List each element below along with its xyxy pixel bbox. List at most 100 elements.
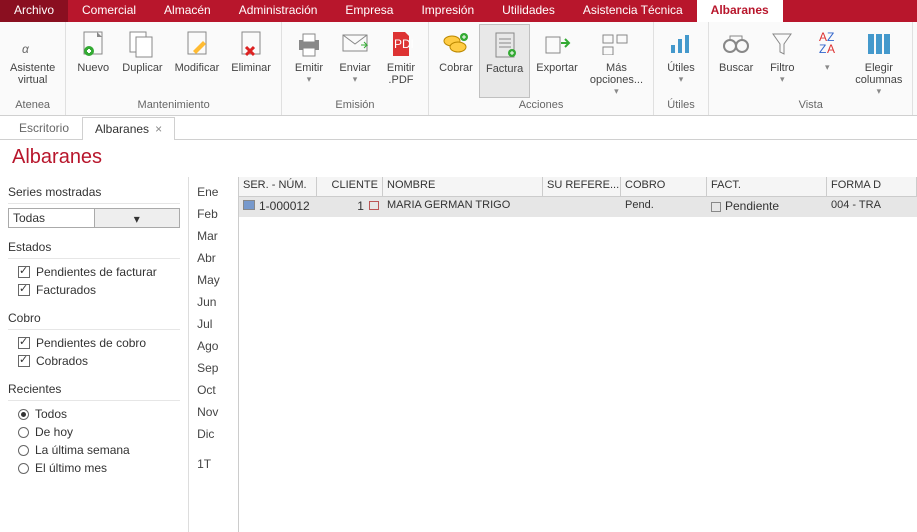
funnel-icon [766, 28, 798, 60]
month-feb[interactable]: Feb [189, 203, 238, 225]
month-jun[interactable]: Jun [189, 291, 238, 313]
sort-icon: AZZA [811, 28, 843, 60]
bars-icon [665, 28, 697, 60]
month-dic[interactable]: Dic [189, 423, 238, 445]
chevron-down-icon: ▾ [614, 86, 619, 97]
tab-albaranes[interactable]: Albaranes× [82, 117, 175, 140]
radio-icon [18, 463, 29, 474]
check-facturados[interactable]: Facturados [8, 281, 180, 299]
radio-todos[interactable]: Todos [8, 405, 180, 423]
col-cobro[interactable]: COBRO [621, 177, 707, 196]
chevron-down-icon: ▾ [877, 86, 882, 97]
month-oct[interactable]: Oct [189, 379, 238, 401]
checkbox-icon [18, 284, 30, 296]
menu-administracion[interactable]: Administración [225, 0, 332, 22]
enviar-button[interactable]: Enviar▾ [332, 24, 378, 98]
nuevo-button[interactable]: Nuevo [70, 24, 116, 98]
document-tabs: Escritorio Albaranes× [0, 116, 917, 140]
cell-cliente: 1 [317, 197, 383, 217]
ribbon-group-emision: Emitir▾ Enviar▾ PDFEmitir .PDF Emisión [282, 22, 429, 115]
checkbox-icon [18, 266, 30, 278]
col-nombre[interactable]: NOMBRE [383, 177, 543, 196]
check-cobrados[interactable]: Cobrados [8, 352, 180, 370]
col-ser-num[interactable]: SER. - NÚM. [239, 177, 317, 196]
check-pendientes-cobro[interactable]: Pendientes de cobro [8, 334, 180, 352]
print-icon [293, 28, 325, 60]
export-icon [541, 28, 573, 60]
main-area: Series mostradas Todas▾ Estados Pendient… [0, 177, 917, 532]
radio-mes[interactable]: El último mes [8, 459, 180, 477]
menu-albaranes[interactable]: Albaranes [697, 0, 783, 22]
month-ago[interactable]: Ago [189, 335, 238, 357]
menu-archivo[interactable]: Archivo [0, 0, 68, 22]
mail-icon [339, 28, 371, 60]
cell-nombre: MARIA GERMAN TRIGO [383, 197, 543, 217]
filtro-button[interactable]: Filtro▾ [759, 24, 805, 98]
ribbon-group-atenea: α Asistente virtual Atenea [0, 22, 66, 115]
month-filter: Ene Feb Mar Abr May Jun Jul Ago Sep Oct … [189, 177, 238, 532]
menu-comercial[interactable]: Comercial [68, 0, 150, 22]
col-referencia[interactable]: SU REFERE... [543, 177, 621, 196]
columns-icon [863, 28, 895, 60]
col-fact[interactable]: FACT. [707, 177, 827, 196]
eliminar-button[interactable]: Eliminar [225, 24, 277, 98]
mas-opciones-button[interactable]: Más opciones...▾ [584, 24, 649, 98]
elegir-columnas-button[interactable]: Elegir columnas▾ [849, 24, 908, 98]
ribbon-group-vista: Buscar Filtro▾ AZZA▾ Elegir columnas▾ Vi… [709, 22, 913, 115]
factura-button[interactable]: Factura [479, 24, 530, 98]
card-icon [369, 201, 379, 210]
delete-icon [235, 28, 267, 60]
ribbon-group-acciones: Cobrar Factura Exportar Más opciones...▾… [429, 22, 654, 115]
cell-fact: Pendiente [707, 197, 827, 217]
invoice-icon [489, 29, 521, 61]
col-cliente[interactable]: CLIENTE [317, 177, 383, 196]
check-pendientes-facturar[interactable]: Pendientes de facturar [8, 263, 180, 281]
series-dropdown[interactable]: Todas▾ [8, 208, 180, 228]
doc-icon [243, 200, 255, 210]
emitir-pdf-button[interactable]: PDFEmitir .PDF [378, 24, 424, 98]
svg-text:Z: Z [819, 42, 826, 56]
page-title: Albaranes [0, 140, 917, 177]
cobrar-button[interactable]: Cobrar [433, 24, 479, 98]
radio-semana[interactable]: La última semana [8, 441, 180, 459]
svg-text:α: α [22, 42, 30, 56]
edit-icon [181, 28, 213, 60]
month-may[interactable]: May [189, 269, 238, 291]
cobro-header: Cobro [8, 307, 180, 330]
chevron-down-icon: ▾ [94, 209, 180, 227]
col-forma[interactable]: FORMA D [827, 177, 917, 196]
menu-impresion[interactable]: Impresión [407, 0, 488, 22]
buscar-button[interactable]: Buscar [713, 24, 759, 98]
menu-empresa[interactable]: Empresa [331, 0, 407, 22]
radio-icon [18, 445, 29, 456]
month-abr[interactable]: Abr [189, 247, 238, 269]
checkbox-icon [18, 337, 30, 349]
quarter-1t[interactable]: 1T [189, 453, 238, 475]
month-mar[interactable]: Mar [189, 225, 238, 247]
close-tab-icon[interactable]: × [155, 122, 162, 136]
menu-asistencia[interactable]: Asistencia Técnica [569, 0, 697, 22]
sort-az-button[interactable]: AZZA ▾ [805, 24, 849, 98]
ribbon-group-config: Configuración Configuración [913, 22, 917, 115]
month-jul[interactable]: Jul [189, 313, 238, 335]
checkbox-icon [18, 355, 30, 367]
sidebar: Series mostradas Todas▾ Estados Pendient… [0, 177, 189, 532]
exportar-button[interactable]: Exportar [530, 24, 584, 98]
utiles-button[interactable]: Útiles▾ [658, 24, 704, 98]
month-ene[interactable]: Ene [189, 181, 238, 203]
modificar-button[interactable]: Modificar [169, 24, 226, 98]
duplicar-button[interactable]: Duplicar [116, 24, 168, 98]
recientes-header: Recientes [8, 378, 180, 401]
menu-almacen[interactable]: Almacén [150, 0, 225, 22]
month-sep[interactable]: Sep [189, 357, 238, 379]
emitir-button[interactable]: Emitir▾ [286, 24, 332, 98]
chevron-down-icon: ▾ [825, 62, 830, 73]
asistente-virtual-button[interactable]: α Asistente virtual [4, 24, 61, 98]
month-nov[interactable]: Nov [189, 401, 238, 423]
radio-icon [18, 409, 29, 420]
tab-escritorio[interactable]: Escritorio [6, 116, 82, 139]
menu-utilidades[interactable]: Utilidades [488, 0, 569, 22]
radio-hoy[interactable]: De hoy [8, 423, 180, 441]
table-row[interactable]: 1-000012 1 MARIA GERMAN TRIGO Pend. Pend… [239, 197, 917, 217]
month-blank [189, 445, 238, 453]
